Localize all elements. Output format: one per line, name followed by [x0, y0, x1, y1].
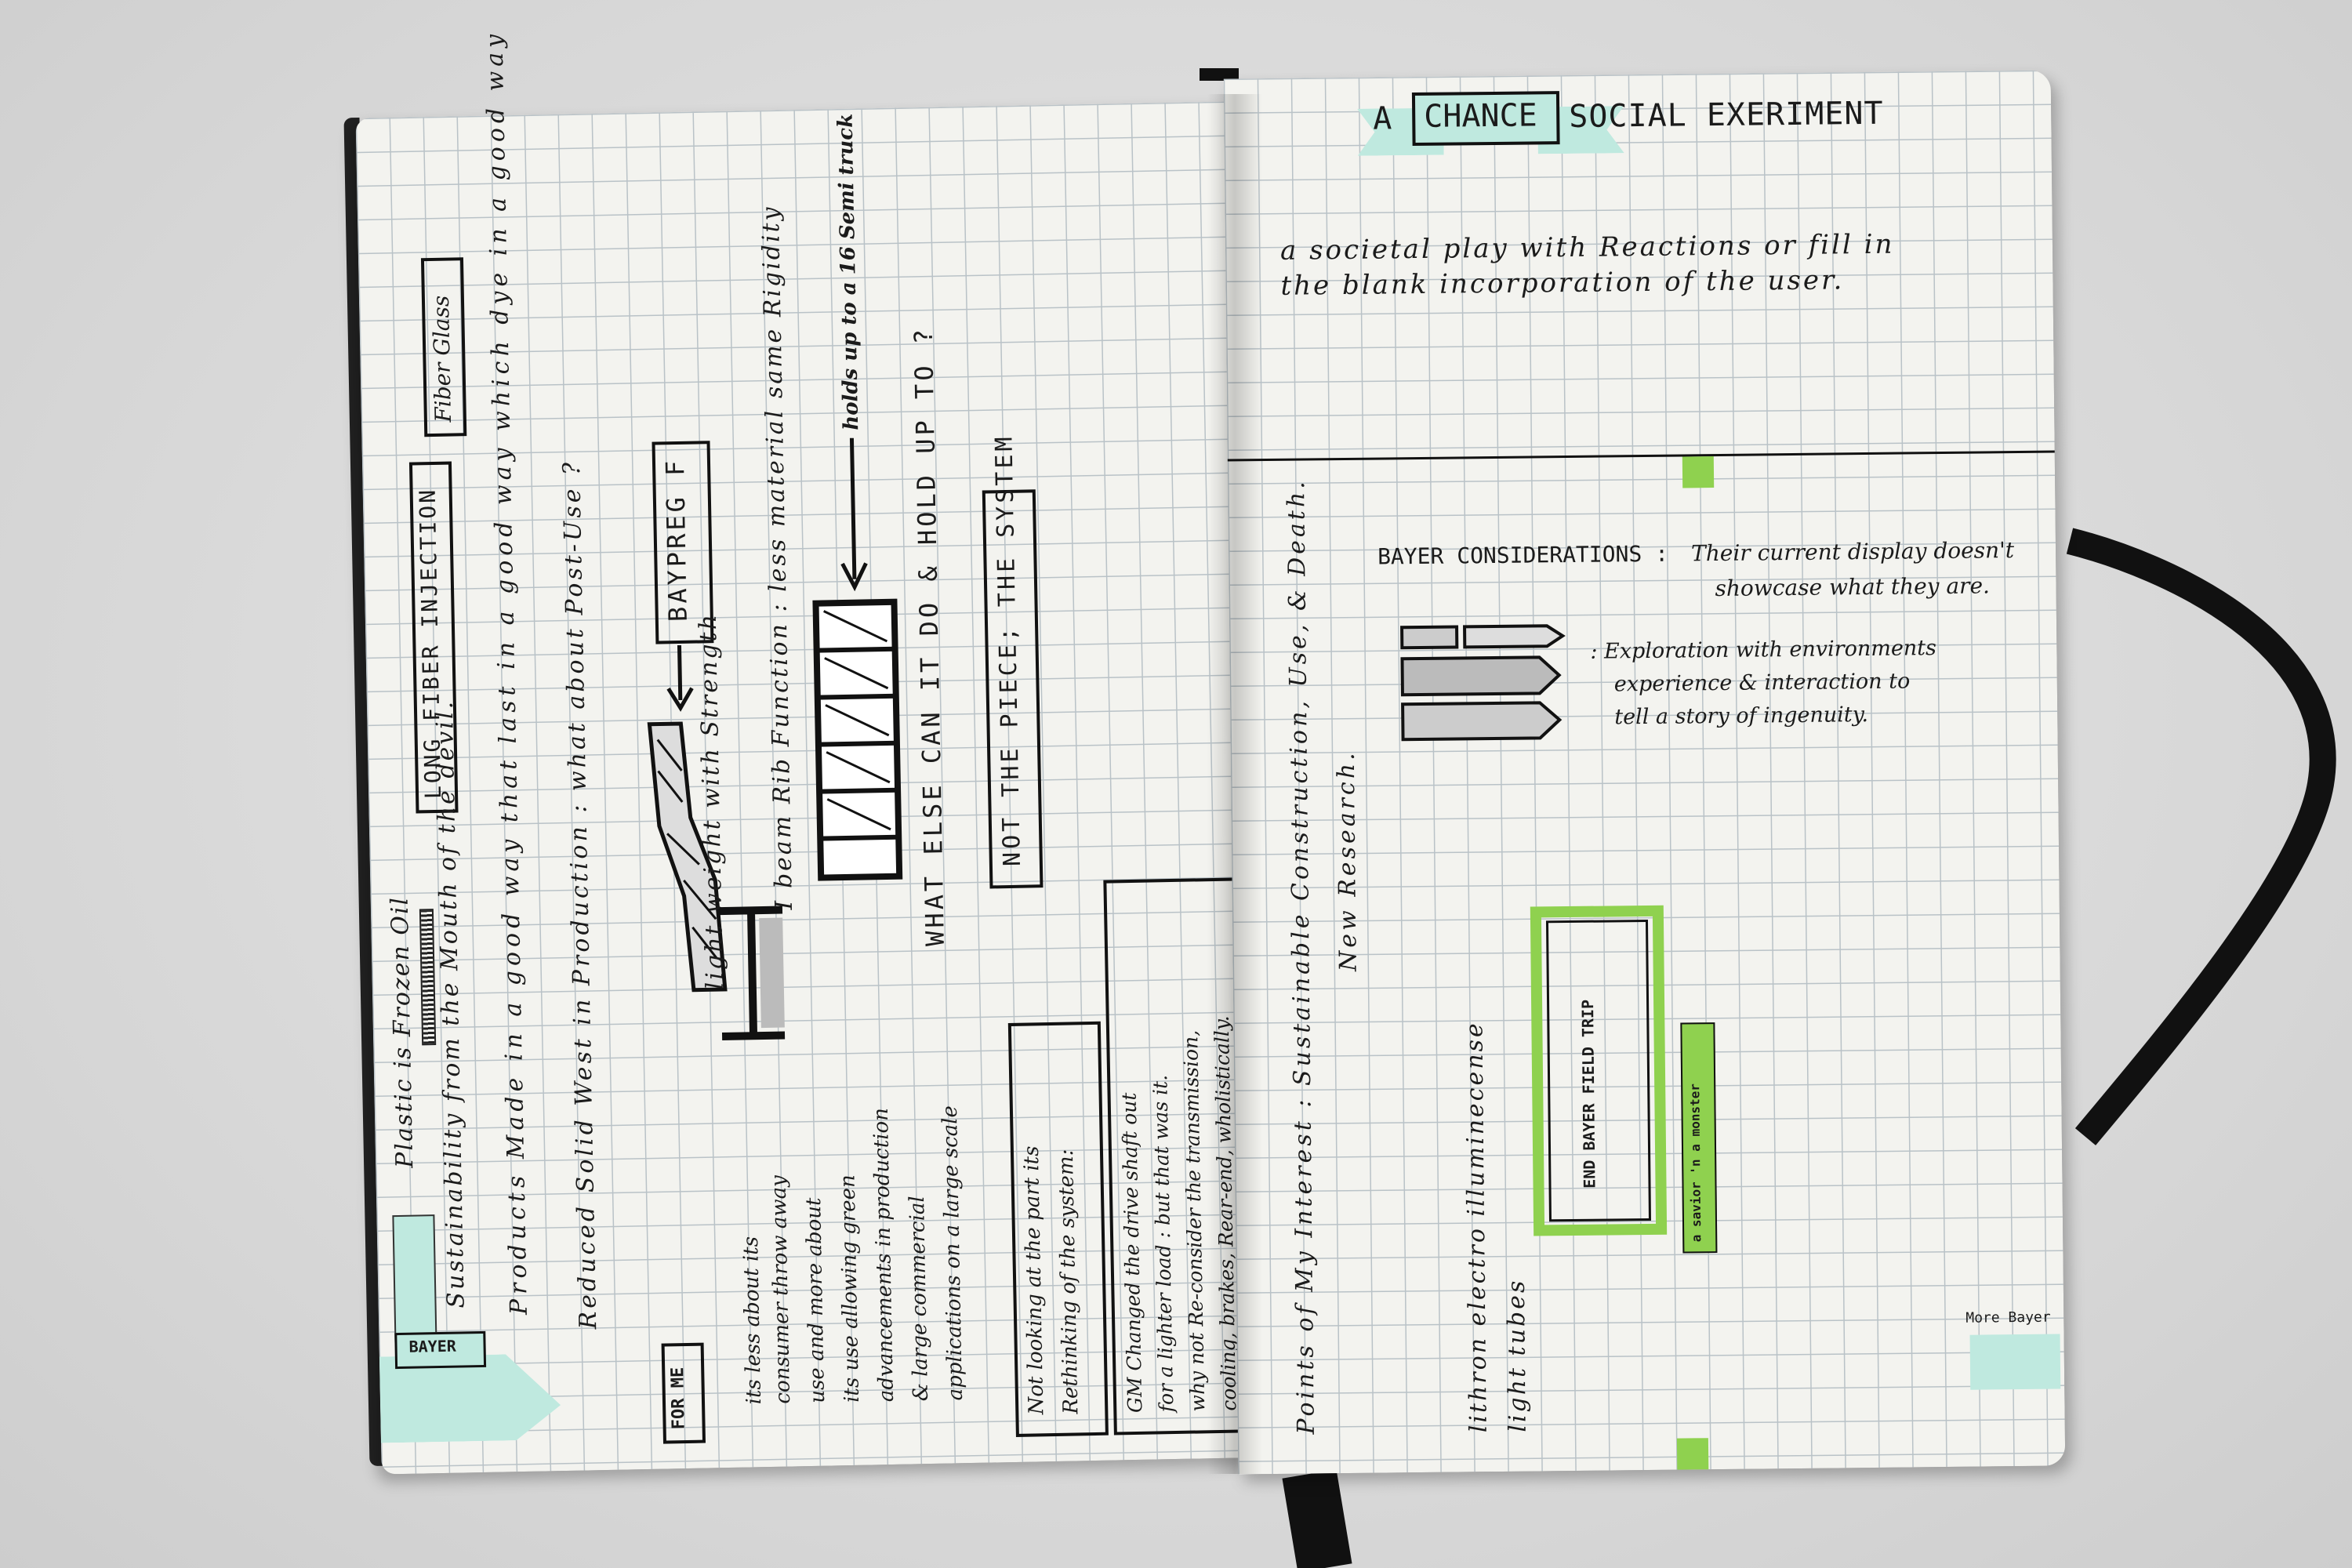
consumer-line-6: & large commercial [906, 1196, 934, 1402]
bullet-line-3: tell a story of ingenuity. [1614, 702, 1869, 730]
lime-tab-bottom [1676, 1438, 1709, 1470]
mint-tower [392, 1214, 437, 1345]
rib-structure-icon [812, 598, 903, 881]
right-page: A CHANCE SOCIAL EXERIMENT a societal pla… [1223, 70, 2066, 1475]
intro-line-1: a societal play with Reactions or fill i… [1279, 228, 1895, 267]
holds-line: holds up to a 16 Semi truck [833, 113, 864, 431]
sustain-line: Sustainability from the Mouth of the dev… [430, 699, 470, 1308]
lithron-line: lithron electro illuminecense [1461, 1021, 1493, 1433]
consumer-line-7: applications on a large scale [938, 1105, 968, 1401]
plastic-bar [419, 909, 437, 1046]
bayer-considerations-label: BAYER CONSIDERATIONS : [1377, 540, 1669, 570]
savior-label: a savior 'n a monster [1687, 1083, 1704, 1243]
field-trip-label: END BAYER FIELD TRIP [1578, 999, 1599, 1189]
glass-heading: Fiber Glass [427, 295, 456, 423]
intro-line-2: the blank incorporation of the user. [1280, 264, 1845, 302]
consumer-line-2: consumer throw away [767, 1174, 796, 1404]
bullet-line-2: experience & interaction to [1613, 669, 1911, 697]
bayer-tag-label: BAYER [408, 1336, 457, 1356]
plastic-line: Plastic is Frozen Oil [386, 895, 419, 1169]
reduced-line: Reduced Solid West in Production : what … [557, 459, 603, 1330]
baypreg-label: BAYPREG F [659, 457, 693, 622]
for-me-label: FOR ME [668, 1367, 689, 1430]
title-rest: SOCIAL EXERIMENT [1568, 95, 1884, 135]
products-line: Products Made in a good way that last in… [481, 29, 533, 1316]
consumer-line-1: its less about its [739, 1236, 767, 1405]
light-tubes-line: light tubes [1502, 1278, 1532, 1432]
consumer-line-3: use and more about [802, 1197, 830, 1404]
ibeam-icon [719, 906, 786, 1041]
consumer-line-4: its use allowing green [836, 1174, 865, 1403]
title-chance: CHANCE [1423, 97, 1537, 135]
more-bayer-tab [1969, 1334, 2061, 1390]
title-a: A [1373, 100, 1392, 137]
bayer-text-line-2: showcase what they are. [1715, 572, 1991, 602]
lime-tab-top [1682, 456, 1715, 488]
bayer-text-line-1: Their current display doesn't [1690, 537, 2015, 567]
load-arrow-icon [840, 437, 868, 592]
ibeam-line: I beam Rib Function : less material same… [757, 205, 798, 910]
left-page: LONG FIBER INJECTION Fiber Glass Plastic… [355, 30, 1254, 1475]
bullet-line-1: : Exploration with environments [1590, 636, 1937, 664]
consumer-line-5: advancements in production [869, 1107, 899, 1403]
more-bayer-label: More Bayer [1965, 1308, 2051, 1327]
new-research-line: New Research. [1332, 750, 1363, 972]
arrow-signs-icon [1400, 624, 1566, 742]
page-divider [1227, 450, 2055, 462]
points-line: Points of My Interest : Sustainable Cons… [1283, 478, 1320, 1435]
what-else-line: WHAT ELSE CAN IT DO & HOLD UP TO ? [908, 325, 950, 947]
